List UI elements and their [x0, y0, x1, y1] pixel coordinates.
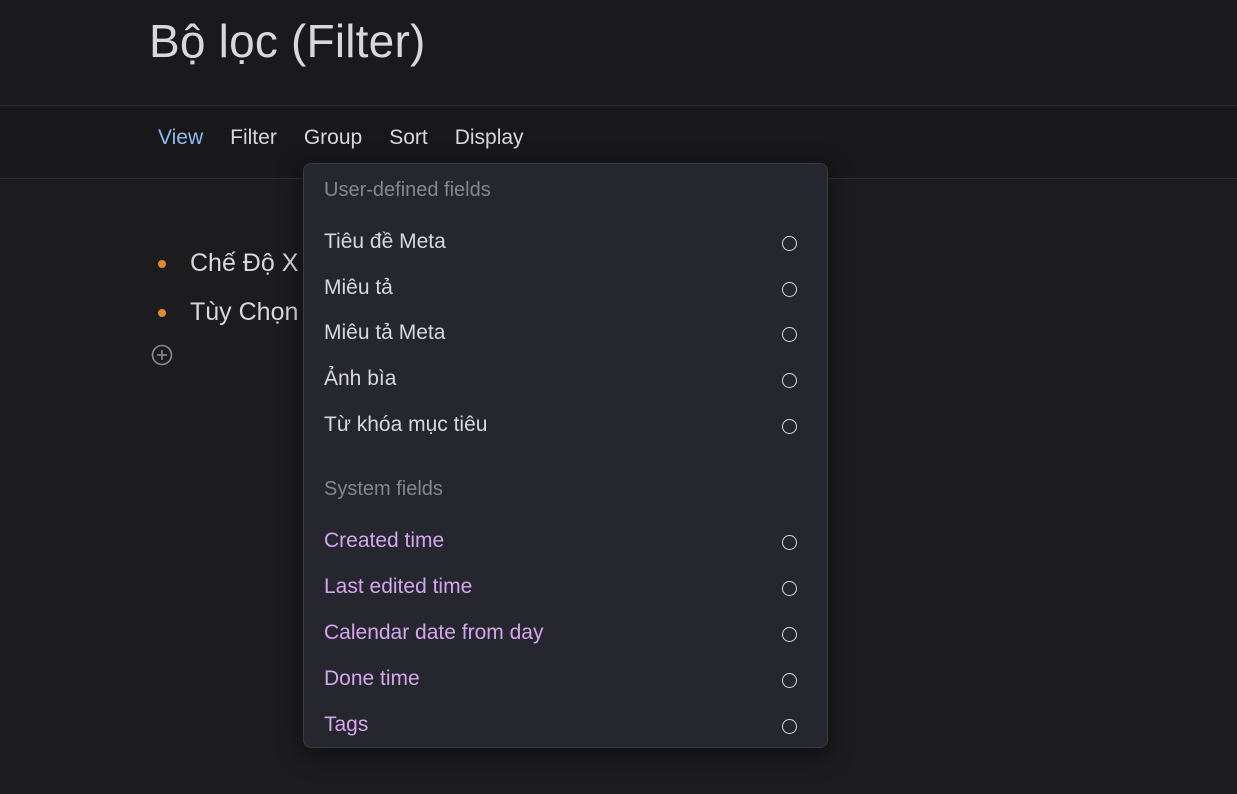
menu-item-field[interactable]: Miêu tả	[304, 268, 827, 312]
radio-button[interactable]	[782, 373, 797, 388]
page: Bộ lọc (Filter) View Filter Group Sort D…	[0, 0, 1237, 794]
tab-group[interactable]: Group	[304, 126, 362, 150]
radio-button[interactable]	[782, 581, 797, 596]
plus-circle-icon[interactable]	[151, 344, 173, 366]
tab-filter[interactable]: Filter	[230, 126, 277, 150]
menu-item-label: Done time	[324, 667, 420, 690]
menu-item-field[interactable]: Last edited time	[304, 567, 827, 611]
radio-button[interactable]	[782, 627, 797, 642]
tab-view[interactable]: View	[158, 126, 203, 150]
menu-item-label: Calendar date from day	[324, 621, 544, 644]
menu-item-label: Ảnh bìa	[324, 367, 397, 390]
menu-item-field[interactable]: Tags	[304, 705, 827, 749]
menu-item-field[interactable]: Done time	[304, 659, 827, 703]
radio-button[interactable]	[782, 282, 797, 297]
radio-button[interactable]	[782, 673, 797, 688]
tab-sort[interactable]: Sort	[389, 126, 428, 150]
menu-item-field[interactable]: Calendar date from day	[304, 613, 827, 657]
list-item-label: Chế Độ X	[190, 249, 299, 277]
section-header-system: System fields	[324, 478, 443, 500]
radio-button[interactable]	[782, 327, 797, 342]
menu-item-label: Từ khóa mục tiêu	[324, 413, 488, 436]
menu-item-field[interactable]: Từ khóa mục tiêu	[304, 405, 827, 449]
menu-item-label: Last edited time	[324, 575, 473, 598]
radio-button[interactable]	[782, 236, 797, 251]
list-item[interactable]: Tùy Chọn	[156, 288, 298, 337]
radio-button[interactable]	[782, 535, 797, 550]
menu-item-field[interactable]: Miêu tả Meta	[304, 313, 827, 357]
menu-item-field[interactable]: Created time	[304, 521, 827, 565]
list-item[interactable]: Chế Độ X	[156, 239, 298, 288]
bullet-list: Chế Độ X Tùy Chọn	[156, 239, 298, 337]
menu-item-label: Tiêu đề Meta	[324, 230, 446, 253]
menu-item-label: Created time	[324, 529, 445, 552]
bullet-dot-icon	[158, 308, 166, 317]
title-bar: Bộ lọc (Filter)	[0, 0, 1237, 106]
section-header-user-defined: User-defined fields	[324, 179, 491, 201]
toolbar-tabs: View Filter Group Sort Display	[158, 126, 524, 150]
bullet-dot-icon	[158, 259, 166, 268]
menu-item-label: Tags	[324, 713, 369, 736]
page-title: Bộ lọc (Filter)	[149, 15, 426, 67]
tab-display[interactable]: Display	[455, 126, 524, 150]
menu-item-field[interactable]: Tiêu đề Meta	[304, 222, 827, 266]
menu-item-label: Miêu tả	[324, 276, 393, 299]
group-by-dropdown: User-defined fields Tiêu đề Meta Miêu tả…	[303, 163, 828, 748]
menu-item-label: Miêu tả Meta	[324, 321, 446, 344]
radio-button[interactable]	[782, 719, 797, 734]
radio-button[interactable]	[782, 419, 797, 434]
list-item-label: Tùy Chọn	[190, 298, 299, 326]
menu-item-field[interactable]: Ảnh bìa	[304, 359, 827, 403]
